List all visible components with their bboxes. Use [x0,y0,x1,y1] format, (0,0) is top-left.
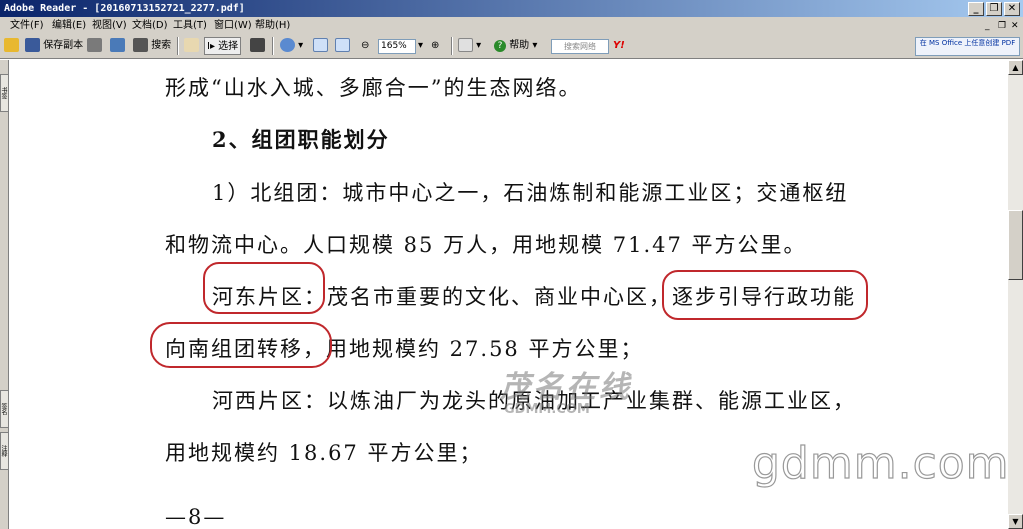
cursor-icon: I▸ [207,41,215,52]
menu-edit[interactable]: 编辑(E) [52,17,86,34]
fit-width-icon[interactable] [335,37,350,55]
doc-restore-icon[interactable]: ❐ [998,18,1006,35]
document-page: 形成“山水入城、多廊合一”的生态网络。 2、组团职能划分 1）北组团：城市中心之… [10,60,1008,529]
fit-page-icon[interactable] [313,37,328,55]
menu-view[interactable]: 视图(V) [92,17,127,34]
annotation-circle [662,270,868,320]
zoom-in-plus-icon[interactable]: ⊕ [431,37,439,55]
separator [272,37,274,55]
pages-icon[interactable]: ▾ [458,37,481,55]
window-title: Adobe Reader - [20160713152721_2277.pdf] [4,3,245,14]
annotation-circle [203,262,325,314]
minimize-button[interactable]: _ [968,2,984,16]
watermark-big: gdmm.com [751,437,1008,489]
maximize-button[interactable]: ❐ [986,2,1002,16]
text-line-4: 和物流中心。人口规模 85 万人，用地规模 71.47 平方公里。 [165,233,807,257]
separator [451,37,453,55]
zoom-dropdown-icon[interactable]: ▾ [418,37,423,55]
zoom-in-icon[interactable]: ▾ [280,37,303,55]
watermark-cn: 茂名在线 [500,370,632,405]
menu-tools[interactable]: 工具(T) [173,17,207,34]
watermark-url: GDMM.COM [504,402,590,417]
menu-help[interactable]: 帮助(H) [255,17,290,34]
text-line-8: 用地规模约 18.67 平方公里； [165,441,483,465]
annotation-circle [150,322,332,368]
scroll-thumb[interactable] [1008,210,1023,280]
hand-tool-icon[interactable] [184,37,199,55]
binoculars-icon [133,38,148,52]
search-button[interactable]: 搜索 [133,37,171,55]
tab-signatures[interactable]: 签名 [0,390,9,428]
navigation-panel: 书签 签名 注释 [0,60,9,529]
yahoo-icon[interactable]: Y! [613,37,625,55]
title-bar: Adobe Reader - [20160713152721_2277.pdf]… [0,0,1023,17]
menu-bar: 文件(F) 编辑(E) 视图(V) 文档(D) 工具(T) 窗口(W) 帮助(H… [0,17,1023,34]
scroll-down-icon[interactable]: ▼ [1008,514,1023,529]
email-icon[interactable] [110,37,125,55]
open-icon[interactable] [4,37,19,55]
scroll-up-icon[interactable]: ▲ [1008,60,1023,75]
text-line-1: 形成“山水入城、多廊合一”的生态网络。 [165,76,582,100]
close-button[interactable]: ✕ [1004,2,1020,16]
tab-comments[interactable]: 注释 [0,432,9,470]
tab-bookmarks[interactable]: 书签 [0,74,9,112]
select-tool-button[interactable]: I▸ 选择 [204,37,242,55]
menu-window[interactable]: 窗口(W) [214,17,252,34]
help-icon: ? [494,40,506,52]
zoom-out-icon[interactable]: ⊖ [361,37,369,55]
web-search-input[interactable]: 搜索网络 [551,39,609,54]
menu-document[interactable]: 文档(D) [132,17,168,34]
save-icon [25,38,40,52]
save-copy-button[interactable]: 保存副本 [25,37,83,55]
menu-file[interactable]: 文件(F) [10,17,44,34]
help-button[interactable]: ? 帮助 ▾ [494,37,537,55]
text-line-3: 1）北组团：城市中心之一，石油炼制和能源工业区；交通枢纽 [212,181,849,205]
doc-close-icon[interactable]: ✕ [1011,18,1019,35]
toolbar: 保存副本 搜索 I▸ 选择 ▾ ⊖ 165% ▾ ⊕ ▾ ? 帮助 ▾ 搜索网络… [0,34,1023,59]
vertical-scrollbar[interactable]: ▲ ▼ [1008,60,1023,529]
zoom-input[interactable]: 165% [378,39,416,54]
print-icon[interactable] [87,37,102,55]
page-number: —8— [165,505,227,529]
doc-minimize-icon[interactable]: _ [985,18,990,35]
separator [177,37,179,55]
snapshot-icon[interactable] [250,37,265,55]
ms-office-pdf-button[interactable]: 在 MS Office 上任意创建 PDF [915,37,1020,56]
section-heading: 2、组团职能划分 [212,127,390,152]
